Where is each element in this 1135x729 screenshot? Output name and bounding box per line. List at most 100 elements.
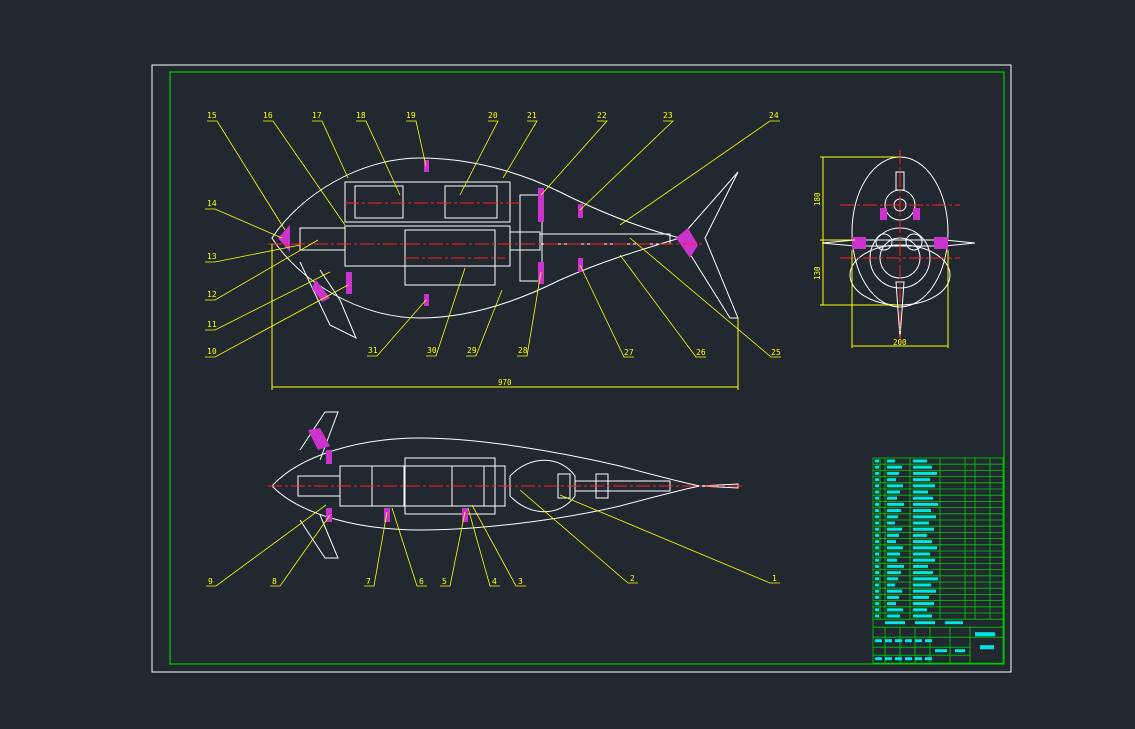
top-hatch-10: [346, 272, 352, 294]
title-block-drawing-name: [975, 632, 995, 637]
side-fin-hatch: [308, 428, 330, 450]
end-view-drawing: [820, 150, 976, 348]
parts-table-number-cell: [875, 540, 879, 544]
parts-table-name-cell: [913, 546, 937, 550]
leader-8: [270, 514, 331, 587]
parts-table-code-cell: [887, 595, 899, 599]
leader-11: [205, 271, 331, 331]
parts-table-name-cell: [913, 608, 927, 612]
parts-table-name-cell: [913, 564, 928, 568]
callout-28: 28: [518, 346, 528, 355]
end-hatch-right: [934, 237, 948, 249]
parts-table-number-cell: [875, 496, 879, 500]
top-motor-1: [354, 185, 404, 219]
top-leaders: [205, 120, 781, 358]
callout-29: 29: [467, 346, 477, 355]
title-block-cell: [925, 657, 932, 661]
side-hatch-top: [326, 450, 332, 464]
parts-table-name-cell: [913, 515, 936, 519]
title-block-cell: [895, 657, 902, 661]
callout-23: 23: [663, 111, 673, 120]
callout-1: 1: [772, 574, 777, 583]
callout-12: 12: [207, 290, 217, 299]
callout-19: 19: [406, 111, 416, 120]
callout-24: 24: [769, 111, 779, 120]
leader-30: [426, 267, 466, 357]
parts-table-name-cell: [913, 589, 936, 593]
parts-table-number-cell: [875, 515, 879, 519]
callout-25: 25: [771, 348, 781, 357]
parts-table-name-cell: [913, 540, 932, 544]
parts-table-number-cell: [875, 546, 879, 550]
parts-table-number-cell: [875, 552, 879, 556]
parts-table-name-cell: [913, 583, 931, 587]
callout-4: 4: [492, 577, 497, 586]
callout-17: 17: [312, 111, 322, 120]
parts-table-code-cell: [887, 496, 897, 500]
parts-table-code-cell: [887, 459, 895, 463]
title-block-cell: [885, 657, 892, 661]
callout-30: 30: [427, 346, 437, 355]
parts-table-name-cell: [913, 614, 932, 618]
parts-table-name-cell: [913, 595, 929, 599]
leader-19: [406, 120, 427, 167]
leader-15: [207, 120, 286, 231]
callout-5: 5: [442, 577, 447, 586]
title-block-cell: [885, 639, 892, 643]
leader-1: [559, 494, 780, 584]
parts-table-name-cell: [913, 527, 934, 531]
dim-height-180: 180: [813, 192, 822, 206]
callout-10: 10: [207, 347, 217, 356]
parts-table-number-cell: [875, 484, 879, 488]
parts-table-name-cell: [913, 478, 930, 482]
parts-table-code-cell: [887, 521, 895, 525]
parts-table-number-cell: [875, 490, 879, 494]
dim-length-970: 970: [498, 378, 512, 387]
parts-table-number-cell: [875, 564, 879, 568]
top-hatch-31: [424, 294, 429, 306]
callout-14: 14: [207, 199, 217, 208]
leader-18: [356, 120, 401, 196]
side-hatch-7: [384, 508, 390, 522]
top-upper-housing: [344, 181, 511, 223]
leader-25: [629, 237, 781, 358]
parts-table-name-cell: [913, 602, 934, 606]
parts-table-code-cell: [887, 583, 895, 587]
leader-20: [459, 120, 499, 196]
callout-27: 27: [624, 348, 634, 357]
leader-28: [517, 271, 542, 357]
callout-13: 13: [207, 252, 217, 261]
dim-height-130: 130: [813, 266, 822, 280]
end-gear-left: [875, 233, 893, 251]
parts-table-name-cell: [913, 490, 928, 494]
parts-table-name-cell: [913, 571, 933, 575]
top-tail-hatch: [676, 228, 698, 258]
parts-table-code-cell: [887, 490, 900, 494]
callout-26: 26: [696, 348, 706, 357]
parts-table-name-cell: [913, 552, 930, 556]
parts-table-code-cell: [887, 589, 902, 593]
parts-table-code-cell: [887, 502, 904, 506]
parts-table-number-cell: [875, 509, 879, 513]
parts-table-code-cell: [887, 558, 897, 562]
parts-table-number-cell: [875, 521, 879, 525]
parts-list-table: [872, 457, 1004, 665]
parts-table-name-cell: [913, 577, 938, 581]
parts-table-number-cell: [875, 459, 879, 463]
parts-table-number-cell: [875, 533, 879, 537]
parts-table-name-cell: [913, 496, 933, 500]
title-block-cell: [915, 657, 922, 661]
cad-drawing-canvas[interactable]: 15 16 17 18 19 20 21 22 23 24 14 13 12 1…: [0, 0, 1135, 729]
parts-table-number-cell: [875, 527, 879, 531]
side-tail-cone: [509, 459, 576, 513]
callout-15: 15: [207, 111, 217, 120]
title-block-header-cell: [915, 621, 935, 625]
leader-23: [579, 120, 674, 211]
parts-table-code-cell: [887, 509, 901, 513]
leader-21: [502, 120, 538, 179]
end-gear-right: [905, 233, 923, 251]
title-block-cell: [895, 639, 902, 643]
parts-table-code-cell: [887, 577, 898, 581]
side-hull-outline: [271, 437, 701, 531]
sheet-inner-frame: [169, 71, 1005, 665]
